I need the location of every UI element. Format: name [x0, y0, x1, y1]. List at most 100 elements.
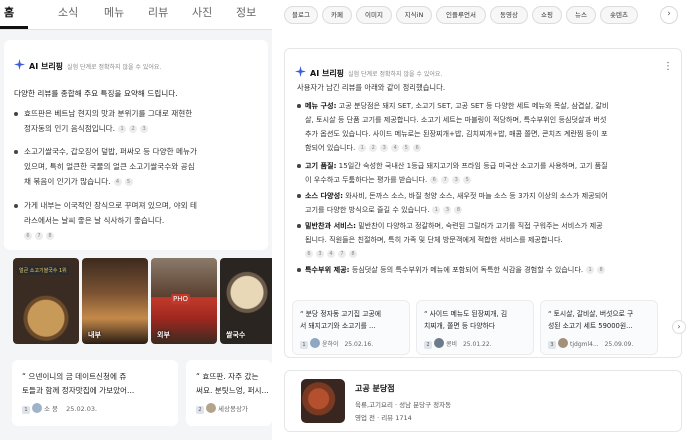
tab-info[interactable]: 정보 [236, 4, 256, 20]
review-quote-line: 서 돼지고기와 소고기를 ... [300, 322, 376, 330]
place-card[interactable]: 고공 분당점 육류,고기요리 · 성남 분당구 정자동 영업 전 · 리뷰 17… [284, 370, 682, 432]
review-card[interactable]: “ 토시살, 갈비살, 버섯으로 구 성된 소고기 세트 59000원... 3… [540, 300, 658, 355]
review-quote: “ 으넨이니의 금 데이트신청에 쥬 토들과 함께 정자맛집에 가보았어... [22, 370, 134, 398]
chip-kin[interactable]: 지식iN [396, 6, 432, 24]
review-index-badge: 3 [548, 341, 556, 349]
place-thumbnail [301, 379, 345, 423]
chevron-right-icon[interactable]: › [660, 6, 678, 24]
bullet-dot [14, 150, 18, 154]
place-status: 영업 전 · 리뷰 1714 [355, 414, 412, 422]
avatar [434, 338, 444, 348]
bullet-dot [297, 224, 301, 228]
bullet-dot [297, 164, 301, 168]
citation-badge[interactable]: 6 [413, 144, 422, 152]
tab-home[interactable]: 홈 [4, 4, 14, 20]
citation-badge[interactable]: 8 [597, 266, 606, 274]
review-meta: 2 세상몽상가 [196, 403, 248, 414]
ai-briefing-header: AI 브리핑 실험 단계로 정확하지 않을 수 있어요. [295, 61, 442, 80]
citation-badge[interactable]: 8 [46, 232, 54, 240]
chip-blog[interactable]: 블로그 [284, 6, 318, 24]
citation-badge[interactable]: 6 [305, 250, 313, 258]
review-card[interactable]: “ 으넨이니의 금 데이트신청에 쥬 토들과 함께 정자맛집에 가보았어... … [12, 360, 178, 426]
bullet-dot [297, 104, 301, 108]
review-quote-line: 써요. 분팃느엉, 퍼시... [196, 386, 269, 395]
citation-badge[interactable]: 1 [432, 206, 441, 214]
photo-sign-text: PHO [171, 294, 190, 304]
photo-thumbnail[interactable]: PHO 외부 [151, 258, 217, 344]
review-quote-line: 토들과 함께 정자맛집에 가보았어... [22, 386, 135, 395]
citation-badge[interactable]: 6 [430, 176, 439, 184]
chip-news[interactable]: 뉴스 [566, 6, 596, 24]
review-author: 콩비 [446, 341, 458, 348]
left-panel: 홈 소식 메뉴 리뷰 사진 정보 AI 브리핑 실험 단계로 정확하지 않을 수 … [0, 0, 272, 440]
ai-briefing-title: AI 브리핑 [310, 69, 345, 78]
citation-badge[interactable]: 5 [463, 176, 472, 184]
photo-thumbnail[interactable]: 내부 [82, 258, 148, 344]
citation-badge[interactable]: 7 [35, 232, 43, 240]
review-index-badge: 2 [196, 406, 204, 414]
chevron-right-icon[interactable]: › [672, 320, 686, 334]
photo-strip: 얼큰 소고기쌀국수 1위 내부 PHO 외부 쌀국수 [13, 258, 272, 344]
tab-menu[interactable]: 메뉴 [104, 4, 124, 20]
citation-badge[interactable]: 3 [452, 176, 461, 184]
chip-image[interactable]: 이미지 [356, 6, 392, 24]
review-quote-line: “ 분당 정자동 고기집 고공에 [300, 310, 381, 318]
summary-bullet: 메뉴 구성: 고공 분당점은 돼지 SET, 소고기 SET, 고공 SET 등… [295, 99, 679, 157]
review-meta: 2 콩비 25.01.22. [424, 338, 492, 349]
review-author: 윤하이 [322, 341, 339, 348]
more-options-icon[interactable]: ⋮ [663, 61, 673, 72]
review-author: tjdgml4... [570, 341, 599, 348]
review-date: 25.01.22. [462, 341, 492, 348]
avatar [558, 338, 568, 348]
review-quote: “ 효뜨판. 자주 갔는 써요. 분팃느엉, 퍼시... [196, 370, 269, 398]
review-quote-line: “ 토시살, 갈비살, 버섯으로 구 [548, 310, 634, 318]
review-meta: 1 윤하이 25.02.16. [300, 338, 373, 349]
photo-thumbnail[interactable]: 쌀국수 [220, 258, 272, 344]
review-card[interactable]: “ 효뜨판. 자주 갔는 써요. 분팃느엉, 퍼시... 2 세상몽상가 [186, 360, 272, 426]
citation-badge[interactable]: 1 [586, 266, 595, 274]
citation-badge[interactable]: 5 [402, 144, 411, 152]
bullet-dot [297, 268, 301, 272]
citation-badge[interactable]: 3 [443, 206, 452, 214]
citation-badge[interactable]: 4 [327, 250, 335, 258]
citation-badge[interactable]: 7 [338, 250, 346, 258]
citation-badge[interactable]: 1 [358, 144, 367, 152]
citation-badge[interactable]: 4 [113, 178, 122, 186]
tab-reviews[interactable]: 리뷰 [148, 4, 168, 20]
bullet-text: 됩니다. 직원들은 친절하며, 특히 가족 및 단체 방문객에게 적합한 서비스… [305, 235, 563, 244]
citation-badge[interactable]: 4 [391, 144, 400, 152]
citation-badge[interactable]: 8 [349, 250, 357, 258]
review-card[interactable]: “ 사이드 메뉴도 된장찌개, 김 치찌개, 쫄면 등 다양하다 2 콩비 25.… [416, 300, 534, 355]
tab-photos[interactable]: 사진 [192, 4, 212, 20]
ai-briefing-disclaimer: 실험 단계로 정확하지 않을 수 있어요. [348, 71, 443, 78]
chip-cafe[interactable]: 카페 [322, 6, 352, 24]
citation-badge[interactable]: 3 [380, 144, 389, 152]
chip-influencer[interactable]: 인플루언서 [436, 6, 486, 24]
citation-badge[interactable]: 3 [316, 250, 324, 258]
bullet-label: 특수부위 제공: [305, 265, 350, 274]
bullet-text: 함되어 있습니다. [305, 143, 356, 152]
photo-label: 외부 [157, 331, 170, 339]
chip-shopping[interactable]: 쇼핑 [532, 6, 562, 24]
citation-badge[interactable]: 5 [124, 178, 133, 186]
summary-bullet: 고기 품질: 15일간 숙성한 국내산 1등급 돼지고기와 프라임 등급 미국산… [295, 159, 679, 187]
photo-label: 쌀국수 [226, 331, 246, 339]
citation-badge[interactable]: 7 [441, 176, 450, 184]
photo-thumbnail[interactable]: 얼큰 소고기쌀국수 1위 [13, 258, 79, 344]
chip-shorts[interactable]: 숏텐츠 [600, 6, 638, 24]
ai-sparkle-icon [295, 66, 306, 77]
tab-news[interactable]: 소식 [58, 4, 78, 20]
ai-sparkle-icon [14, 59, 25, 70]
chip-video[interactable]: 동영상 [490, 6, 528, 24]
right-panel: 블로그 카페 이미지 지식iN 인플루언서 동영상 쇼핑 뉴스 숏텐츠 › AI… [278, 0, 686, 440]
ai-briefing-intro: 다양한 리뷰를 종합해 주요 특징을 요약해 드립니다. [14, 89, 178, 98]
citation-badge[interactable]: 3 [140, 125, 149, 133]
citation-badge[interactable]: 6 [24, 232, 32, 240]
place-name[interactable]: 고공 분당점 [355, 383, 395, 394]
citation-badge[interactable]: 2 [129, 125, 138, 133]
citation-badge[interactable]: 8 [454, 206, 463, 214]
place-category: 육류,고기요리 · 성남 분당구 정자동 [355, 401, 452, 409]
citation-badge[interactable]: 1 [118, 125, 127, 133]
citation-badge[interactable]: 2 [369, 144, 378, 152]
review-card[interactable]: “ 분당 정자동 고기집 고공에 서 돼지고기와 소고기를 ... 1 윤하이 2… [292, 300, 410, 355]
